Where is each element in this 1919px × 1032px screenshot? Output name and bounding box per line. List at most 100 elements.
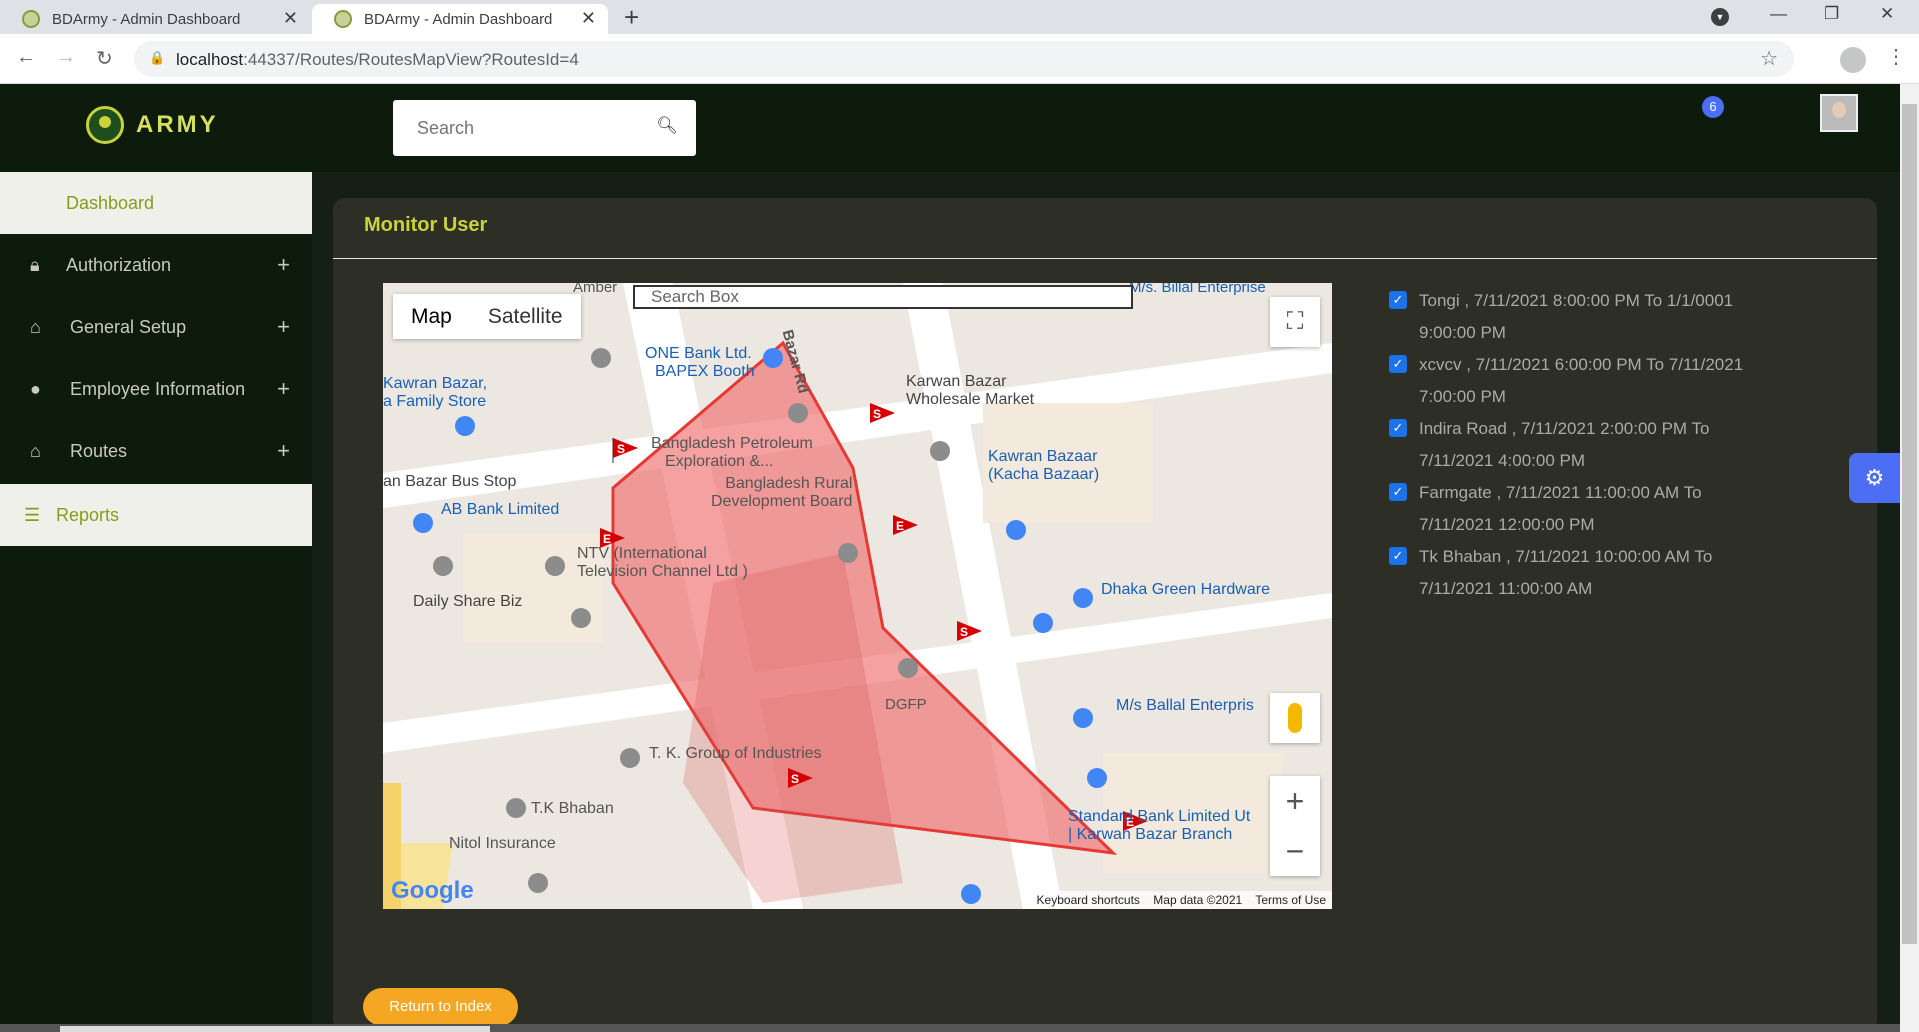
svg-text:S: S	[960, 625, 968, 639]
home-icon: ⌂	[30, 440, 41, 461]
list-icon: ☰	[24, 504, 41, 525]
street-view-pegman-icon[interactable]	[1270, 693, 1320, 743]
new-tab-icon[interactable]: +	[624, 2, 639, 33]
expand-plus-icon[interactable]: +	[277, 438, 290, 464]
map-label: Bangladesh Petroleum Exploration &...	[651, 435, 813, 470]
sidebar-item-general-setup[interactable]: ⌂ General Setup +	[0, 296, 312, 358]
bookmark-star-icon[interactable]: ☆	[1760, 46, 1778, 71]
header-search: 🔍︎	[393, 100, 696, 156]
lock-icon: 🔒︎	[30, 254, 40, 275]
army-logo[interactable]: ARMY	[86, 106, 219, 144]
svg-text:E: E	[896, 519, 904, 533]
svg-text:S: S	[873, 407, 881, 421]
address-bar: ← → ↻ 🔒 localhost:44337/Routes/RoutesMap…	[0, 34, 1919, 84]
map-label: M/s. Billal Enterprise	[1129, 283, 1266, 296]
map-label: ONE Bank Ltd. BAPEX Booth	[645, 345, 755, 380]
sidebar-item-reports[interactable]: ☰ Reports	[0, 484, 312, 546]
search-input[interactable]	[393, 100, 643, 156]
profile-dropdown-icon[interactable]: ▼	[1711, 8, 1729, 26]
map-label: Dhaka Green Hardware	[1101, 581, 1270, 598]
close-tab-icon[interactable]: ✕	[581, 8, 596, 29]
close-tab-icon[interactable]: ✕	[283, 8, 298, 29]
return-to-index-button[interactable]: Return to Index	[363, 988, 518, 1026]
army-favicon-icon	[334, 10, 352, 28]
restore-icon[interactable]: ❐	[1824, 4, 1839, 24]
browser-profile-icon[interactable]	[1840, 47, 1866, 73]
scrollbar-thumb[interactable]	[60, 1026, 490, 1032]
route-checkbox-list: ✓ Tongi , 7/11/2021 8:00:00 PM To 1/1/00…	[1389, 285, 1789, 605]
checkbox-checked-icon[interactable]: ✓	[1389, 547, 1407, 565]
sidebar-item-label: General Setup	[70, 316, 187, 337]
browser-tab-title: BDArmy - Admin Dashboard	[364, 10, 553, 28]
route-item[interactable]: ✓ Farmgate , 7/11/2021 11:00:00 AM To 7/…	[1389, 477, 1789, 541]
zoom-out-button[interactable]: −	[1270, 826, 1320, 876]
app-header: ARMY 🔍︎ 6	[0, 84, 1900, 172]
map-label: Bangladesh Rural Development Board	[711, 475, 853, 510]
route-map[interactable]: SSE SESE Kawran Bazar, a Family Store ONE…	[383, 283, 1332, 909]
browser-tabbar: BDArmy - Admin Dashboard ✕ BDArmy - Admi…	[0, 0, 1919, 34]
sidebar-item-label: Routes	[70, 440, 128, 461]
minimize-icon[interactable]: —	[1770, 4, 1787, 24]
page-title: Monitor User	[364, 214, 488, 236]
map-label: Kawran Bazar, a Family Store	[383, 375, 488, 410]
route-item[interactable]: ✓ Tongi , 7/11/2021 8:00:00 PM To 1/1/00…	[1389, 285, 1789, 349]
home-icon: ⌂	[30, 316, 41, 337]
vertical-scrollbar[interactable]	[1900, 84, 1919, 1032]
expand-plus-icon[interactable]: +	[277, 252, 290, 278]
map-search-box[interactable]: Search Box	[633, 285, 1133, 309]
keyboard-shortcuts-link[interactable]: Keyboard shortcuts	[1037, 893, 1140, 907]
sidebar-item-dashboard[interactable]: Dashboard	[0, 172, 312, 234]
back-icon[interactable]: ←	[16, 46, 36, 69]
notification-badge[interactable]: 6	[1702, 96, 1724, 118]
browser-tab-1[interactable]: BDArmy - Admin Dashboard ✕	[0, 4, 310, 34]
zoom-control: + −	[1270, 776, 1320, 876]
url-text: localhost:44337/Routes/RoutesMapView?Rou…	[176, 50, 579, 69]
map-label: NTV (International Television Channel Ltd…	[577, 545, 748, 580]
logo-text: ARMY	[136, 111, 219, 138]
lock-icon: 🔒	[149, 50, 166, 65]
search-icon[interactable]: 🔍︎	[656, 116, 678, 136]
close-window-icon[interactable]: ✕	[1880, 4, 1894, 24]
map-type-satellite-button[interactable]: Satellite	[470, 294, 581, 339]
sidebar-item-authorization[interactable]: 🔒︎ Authorization +	[0, 234, 312, 296]
settings-gear-icon[interactable]: ⚙	[1849, 453, 1900, 503]
route-item[interactable]: ✓ Indira Road , 7/11/2021 2:00:00 PM To …	[1389, 413, 1789, 477]
checkbox-checked-icon[interactable]: ✓	[1389, 483, 1407, 501]
horizontal-scrollbar[interactable]	[0, 1024, 1900, 1032]
checkbox-checked-icon[interactable]: ✓	[1389, 291, 1407, 309]
fullscreen-icon[interactable]: ⛶	[1270, 297, 1320, 347]
sidebar-item-label: Authorization	[66, 254, 172, 275]
sidebar-item-label: Reports	[56, 504, 120, 525]
map-label: an Bazar Bus Stop	[383, 473, 517, 490]
expand-plus-icon[interactable]: +	[277, 376, 290, 402]
terms-of-use-link[interactable]: Terms of Use	[1255, 893, 1326, 907]
sidebar-item-employee-information[interactable]: ● Employee Information +	[0, 358, 312, 420]
map-type-map-button[interactable]: Map	[393, 294, 470, 339]
map-label: T.K Bhaban	[531, 800, 614, 817]
reload-icon[interactable]: ↻	[96, 46, 113, 71]
browser-tab-title: BDArmy - Admin Dashboard	[52, 10, 241, 28]
expand-plus-icon[interactable]: +	[277, 314, 290, 340]
map-type-control: Map Satellite	[393, 294, 581, 339]
route-item[interactable]: ✓ Tk Bhaban , 7/11/2021 10:00:00 AM To 7…	[1389, 541, 1789, 605]
army-emblem-icon	[86, 106, 124, 144]
sidebar-item-routes[interactable]: ⌂ Routes +	[0, 420, 312, 482]
user-avatar[interactable]	[1820, 94, 1858, 132]
map-label: Daily Share Biz	[413, 593, 523, 610]
svg-text:S: S	[617, 442, 625, 456]
map-label: T. K. Group of Industries	[649, 745, 822, 762]
checkbox-checked-icon[interactable]: ✓	[1389, 355, 1407, 373]
map-label: Standard Bank Limited Ut | Karwan Bazar B…	[1068, 808, 1251, 843]
map-label: Nitol Insurance	[449, 835, 556, 852]
route-item[interactable]: ✓ xcvcv , 7/11/2021 6:00:00 PM To 7/11/2…	[1389, 349, 1789, 413]
map-label: M/s Ballal Enterpris	[1116, 697, 1254, 714]
map-label: AB Bank Limited	[441, 501, 560, 518]
url-field[interactable]: 🔒 localhost:44337/Routes/RoutesMapView?R…	[134, 41, 1794, 77]
google-logo[interactable]: Google	[391, 877, 474, 905]
browser-menu-icon[interactable]: ⋮	[1886, 44, 1906, 69]
checkbox-checked-icon[interactable]: ✓	[1389, 419, 1407, 437]
zoom-in-button[interactable]: +	[1270, 776, 1320, 826]
forward-icon[interactable]: →	[56, 46, 76, 69]
scrollbar-thumb[interactable]	[1902, 104, 1917, 944]
browser-tab-2[interactable]: BDArmy - Admin Dashboard ✕	[312, 4, 608, 34]
